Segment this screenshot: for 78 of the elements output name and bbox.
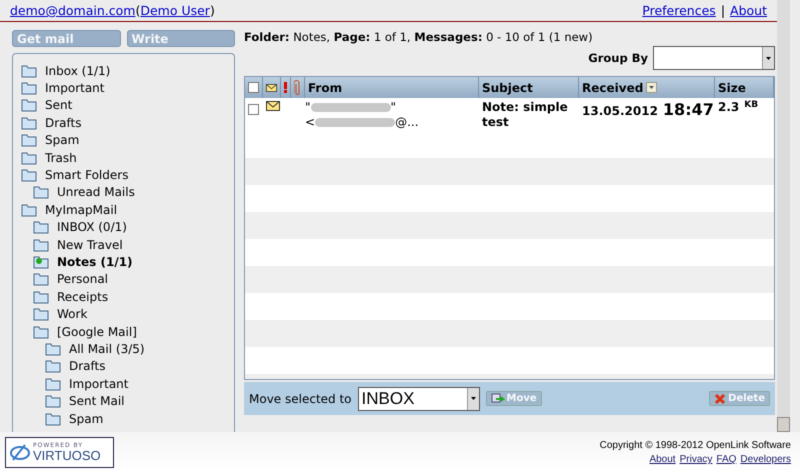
folder-item[interactable]: MyImapMail [21,201,234,219]
move-icon [490,392,505,404]
folder-item[interactable]: Smart Folders [21,166,234,184]
top-link[interactable]: Preferences [642,3,716,18]
folder-icon [21,81,37,96]
folder-item[interactable]: Drafts [45,358,234,376]
parenthesis: ( [135,3,140,18]
row-checkbox[interactable] [248,104,259,115]
folder-icon [33,238,49,252]
parenthesis: ) [210,3,215,18]
date-text: 13.05.2012 [582,104,658,118]
folder-info: Folder: Notes, Page: 1 of 1, Messages: 0 - 10 of 1 (1 new) [244,30,594,44]
sender-text: < @... [305,115,419,130]
group-by-select[interactable] [653,46,775,70]
folder-icon [21,133,37,148]
envelope-icon [266,82,277,92]
folder-icon [33,272,49,286]
folder-icon [21,168,37,182]
folder-item[interactable]: Important [21,79,234,97]
dropdown-arrow-icon [766,56,771,60]
folder-item[interactable]: [Google Mail] [33,322,234,340]
link-separator: | [720,3,726,18]
folder-item[interactable]: Spam [45,410,234,428]
folder-item[interactable]: Spam [21,132,234,149]
folder-icon [21,202,37,217]
folder-icon [45,376,61,391]
folder-item[interactable]: Sent Mail [45,392,234,410]
close-icon [714,392,726,404]
subject-text: Note: simple test [481,99,569,131]
footer-link[interactable]: FAQ [716,454,736,465]
folder-item[interactable]: Notes (1/1) [33,253,234,271]
folder-item[interactable]: Drafts [21,114,234,132]
folder-icon [45,359,61,374]
folder-item[interactable]: Work [33,305,234,323]
folder-item[interactable]: New Travel [33,236,234,254]
footer-link[interactable]: Privacy [680,454,712,465]
folder-select[interactable]: INBOX [358,386,480,410]
scrollbar[interactable] [777,0,790,432]
new-mail-folder-icon [33,254,49,269]
group-by-label: Group By [588,51,648,65]
folder-item[interactable]: Sent [21,96,234,114]
folder-item[interactable]: All Mail (3/5) [45,340,234,358]
user-link[interactable]: Demo User [140,3,210,18]
folder-item[interactable]: Receipts [33,288,234,306]
folder-icon [33,324,49,339]
folder-icon [33,185,49,200]
paperclip-icon [294,80,301,96]
folder-icon [33,307,49,322]
folder-icon [45,394,61,408]
move-label: Move selected to [249,392,352,406]
email-link[interactable]: demo@domain.com [10,3,136,18]
top-link[interactable]: About [730,3,767,18]
folder-item[interactable]: INBOX (0/1) [33,218,234,236]
select-all-checkbox[interactable] [248,82,259,93]
folder-icon [45,412,61,426]
footer-link[interactable]: About [649,454,676,465]
size-unit: KB [744,100,758,112]
scroll-down-button[interactable] [777,417,790,432]
exclamation-icon [284,82,287,93]
folder-item[interactable]: Personal [33,270,234,288]
footer-link[interactable]: Developers [740,454,791,465]
sender-text: " " [305,100,396,115]
folder-icon [45,342,61,356]
folder-icon [21,64,37,78]
folder-icon [33,290,49,304]
folder-icon [21,116,37,130]
folder-item[interactable]: Trash [21,148,234,166]
time-text: 18:47 [662,100,714,119]
dropdown-arrow-icon [470,397,476,400]
size-text: 2.3 [718,100,740,116]
folder-icon [21,98,37,112]
folder-icon [21,150,37,165]
envelope-icon [266,101,280,111]
folder-icon [33,220,49,234]
folder-item[interactable]: Inbox (1/1) [21,62,234,80]
folder-item[interactable]: Important [45,375,234,392]
copyright-text: Copyright © 1998-2012 OpenLink Software [600,440,791,451]
folder-item[interactable]: Unread Mails [33,184,234,202]
